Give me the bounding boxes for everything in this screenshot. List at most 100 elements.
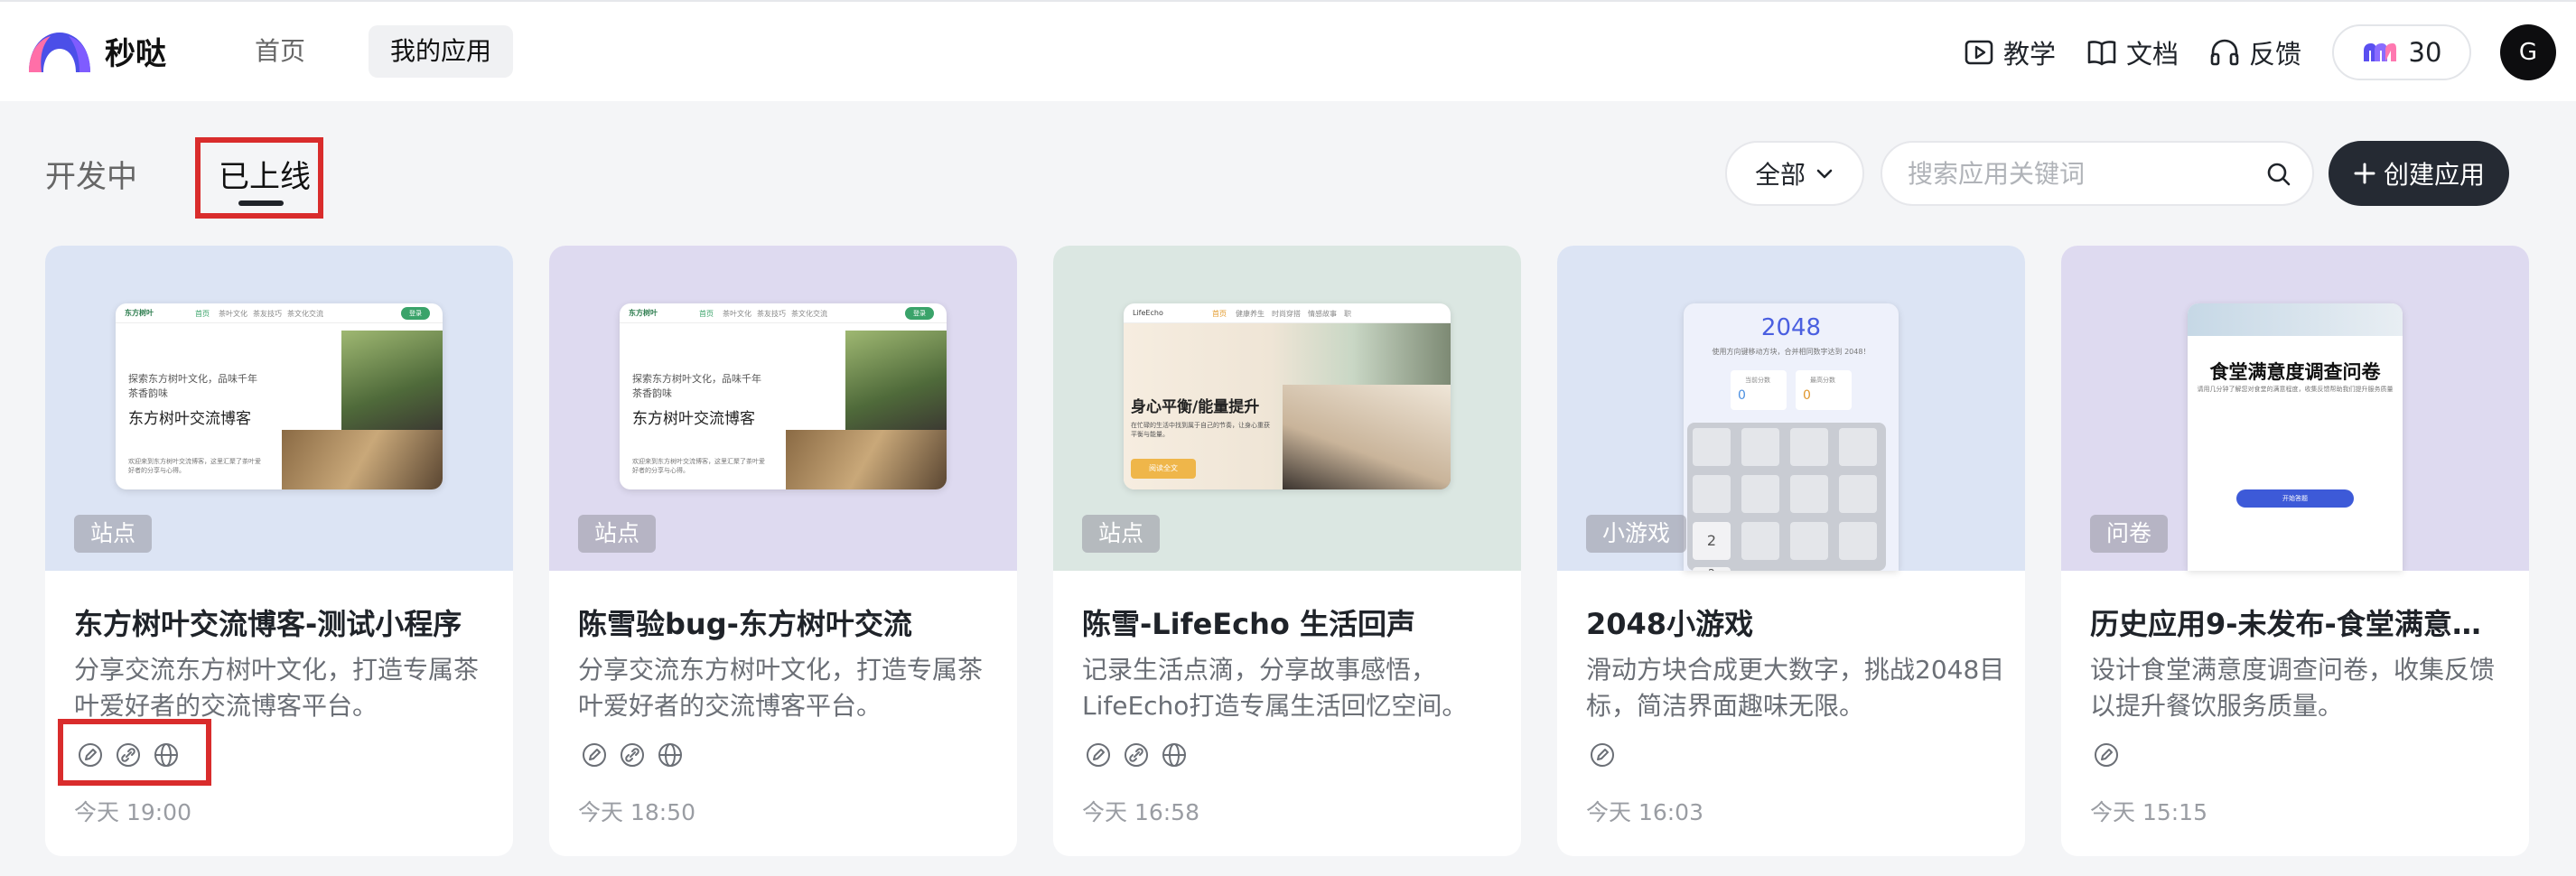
preview-survey-subtitle: 请用几分钟了解您对食堂的满意程度，收集反馈帮助我们提升服务质量 <box>2197 386 2394 393</box>
credits-badge[interactable]: 30 <box>2332 24 2471 80</box>
tutorial-link[interactable]: 教学 <box>1964 29 2056 76</box>
preview-nav: 茶文化交流 <box>791 310 827 318</box>
preview-kicker: 探索东方树叶文化，品味千年茶香韵味 <box>128 373 257 399</box>
card-thumbnail: 东方树叶 首页 茶叶文化 茶友技巧 茶文化交流 登录 探索东方树叶文化，品味千年… <box>549 246 1017 571</box>
app-type-badge: 站点 <box>74 515 153 553</box>
preview-nav: 首页 <box>195 310 210 318</box>
card-description: 设计食堂满意度调查问卷，收集反馈以提升餐饮服务质量。 <box>2090 655 2496 721</box>
preview-nav: 首页 <box>1212 310 1227 318</box>
filter-dropdown[interactable]: 全部 <box>1725 141 1864 206</box>
app-card[interactable]: 东方树叶 首页 茶叶文化 茶友技巧 茶文化交流 登录 探索东方树叶文化，品味千年… <box>549 246 1017 856</box>
card-thumbnail: 东方树叶 首页 茶叶文化 茶友技巧 茶文化交流 登录 探索东方树叶文化，品味千年… <box>45 246 513 571</box>
card-description: 分享交流东方树叶文化，打造专属茶叶爱好者的交流博客平台。 <box>578 655 984 721</box>
tutorial-label: 教学 <box>2003 39 2057 70</box>
preview-image-trees <box>341 331 443 430</box>
app-type-badge: 问卷 <box>2090 515 2169 553</box>
preview-nav: 茶友技巧 <box>757 310 786 318</box>
preview-read-button: 阅读全文 <box>1131 459 1196 479</box>
preview-score: 0 <box>1738 388 1746 403</box>
create-app-button[interactable]: 创建应用 <box>2329 141 2509 206</box>
headphones-icon <box>2210 39 2239 66</box>
credit-icon <box>2363 43 2396 61</box>
preview-banner <box>2188 303 2403 336</box>
survey-preview: 食堂满意度调查问卷 请用几分钟了解您对食堂的满意程度，收集反馈帮助我们提升服务质… <box>2188 303 2403 571</box>
card-title: 东方树叶交流博客-测试小程序 <box>74 607 462 641</box>
preview-headline: 东方树叶交流博客 <box>128 410 251 428</box>
preview-kicker: 探索东方树叶文化，品味千年茶香韵味 <box>632 373 761 399</box>
filter-value: 全部 <box>1754 160 1806 190</box>
play-icon <box>1965 40 1993 65</box>
app-type-badge: 站点 <box>578 515 657 553</box>
edit-icon[interactable] <box>582 742 607 768</box>
nav-my-apps[interactable]: 我的应用 <box>369 25 514 78</box>
edit-icon[interactable] <box>1590 742 1615 768</box>
card-thumbnail: 食堂满意度调查问卷 请用几分钟了解您对食堂的满意程度，收集反馈帮助我们提升服务质… <box>2061 246 2529 571</box>
search-input[interactable] <box>1908 154 2251 193</box>
card-actions <box>582 742 683 768</box>
highlight-box-tab <box>195 137 323 219</box>
site-preview: LifeEcho 首页 健康养生 时尚穿搭 情感故事 职 身心平衡/能量提升 在… <box>1124 303 1451 489</box>
preview-body: 在忙碌的生活中找到属于自己的节奏，让身心重获平衡与能量。 <box>1131 422 1270 438</box>
highlight-box-actions <box>58 719 211 786</box>
preview-image-tea <box>282 430 443 489</box>
app-type-badge: 小游戏 <box>1586 515 1687 553</box>
card-description: 滑动方块合成更大数字，挑战2048目标，简洁界面趣味无限。 <box>1586 655 2005 721</box>
card-description: 记录生活点滴，分享故事感悟，LifeEcho打造专属生活回忆空间。 <box>1082 655 1468 721</box>
app-logo[interactable]: 秒哒 <box>27 29 166 73</box>
edit-icon[interactable] <box>2094 742 2119 768</box>
feedback-label: 反馈 <box>2249 39 2302 70</box>
preview-brand: 东方树叶 <box>125 309 154 317</box>
card-thumbnail: 2048 使用方向键移动方块，合并相同数字达到 2048！ 当前分数 0 最高分… <box>1557 246 2025 571</box>
app-card[interactable]: 食堂满意度调查问卷 请用几分钟了解您对食堂的满意程度，收集反馈帮助我们提升服务质… <box>2061 246 2529 856</box>
site-preview: 东方树叶 首页 茶叶文化 茶友技巧 茶文化交流 登录 探索东方树叶文化，品味千年… <box>620 303 947 489</box>
globe-icon[interactable] <box>658 742 683 768</box>
preview-body: 欢迎来到东方树叶交流博客，这里汇聚了茶叶爱好者的分享与心得。 <box>128 458 261 474</box>
plus-icon <box>2354 163 2375 184</box>
card-thumbnail: LifeEcho 首页 健康养生 时尚穿搭 情感故事 职 身心平衡/能量提升 在… <box>1053 246 1521 571</box>
credits-value: 30 <box>2408 37 2442 68</box>
preview-start-button: 开始答题 <box>2236 489 2354 508</box>
docs-link[interactable]: 文档 <box>2086 29 2179 76</box>
preview-survey-title: 食堂满意度调查问卷 <box>2209 361 2381 383</box>
card-actions <box>2094 742 2119 768</box>
search-icon[interactable] <box>2263 159 2294 190</box>
preview-nav: 情感故事 <box>1308 310 1337 318</box>
preview-score-box: 当前分数 0 <box>1731 370 1787 410</box>
create-app-label: 创建应用 <box>2383 160 2485 190</box>
nav-home[interactable]: 首页 <box>233 25 327 78</box>
card-timestamp: 今天 18:50 <box>578 799 695 825</box>
chevron-down-icon <box>1816 169 1833 179</box>
card-timestamp: 今天 16:03 <box>1586 799 1703 825</box>
preview-portrait <box>1283 385 1451 489</box>
preview-nav: 茶友技巧 <box>253 310 282 318</box>
preview-headline: 身心平衡/能量提升 <box>1131 398 1260 416</box>
card-title: 2048小游戏 <box>1586 607 1754 641</box>
card-title: 陈雪验bug-东方树叶交流 <box>578 607 912 641</box>
tab-developing[interactable]: 开发中 <box>45 152 137 196</box>
app-type-badge: 站点 <box>1082 515 1161 553</box>
user-avatar[interactable]: G <box>2500 24 2556 80</box>
app-card[interactable]: 2048 使用方向键移动方块，合并相同数字达到 2048！ 当前分数 0 最高分… <box>1557 246 2025 856</box>
preview-nav: 健康养生 <box>1236 310 1265 318</box>
card-actions <box>1086 742 1187 768</box>
preview-score-label: 当前分数 <box>1745 377 1770 384</box>
globe-icon[interactable] <box>1162 742 1187 768</box>
preview-brand: 东方树叶 <box>629 309 658 317</box>
preview-nav: 职 <box>1344 310 1351 318</box>
preview-nav: 时尚穿搭 <box>1272 310 1301 318</box>
share-icon[interactable] <box>620 742 645 768</box>
card-timestamp: 今天 19:00 <box>74 799 191 825</box>
edit-icon[interactable] <box>1086 742 1111 768</box>
preview-nav: 茶文化交流 <box>287 310 323 318</box>
card-title: 陈雪-LifeEcho 生活回声 <box>1082 607 1416 641</box>
preview-brand: LifeEcho <box>1133 309 1163 317</box>
preview-game-title: 2048 <box>1760 314 1822 341</box>
game-preview: 2048 使用方向键移动方块，合并相同数字达到 2048！ 当前分数 0 最高分… <box>1684 303 1899 571</box>
preview-nav: 首页 <box>699 310 714 318</box>
card-description: 分享交流东方树叶文化，打造专属茶叶爱好者的交流博客平台。 <box>74 655 480 721</box>
app-card[interactable]: LifeEcho 首页 健康养生 时尚穿搭 情感故事 职 身心平衡/能量提升 在… <box>1053 246 1521 856</box>
share-icon[interactable] <box>1124 742 1149 768</box>
preview-nav: 茶叶文化 <box>723 310 751 318</box>
card-timestamp: 今天 15:15 <box>2090 799 2207 825</box>
feedback-link[interactable]: 反馈 <box>2209 29 2301 76</box>
